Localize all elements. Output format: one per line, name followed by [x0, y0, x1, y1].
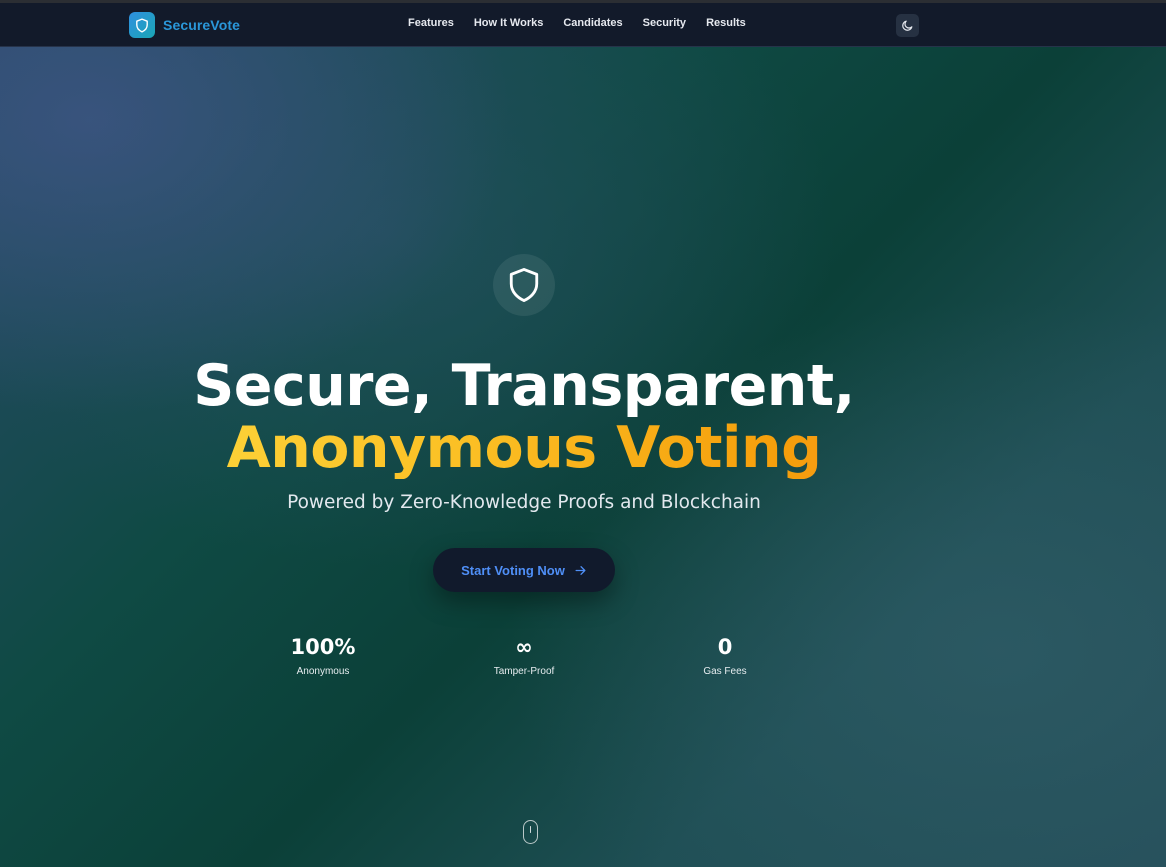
nav-link-candidates[interactable]: Candidates [563, 17, 622, 29]
start-voting-label: Start Voting Now [461, 562, 565, 578]
stat-label: Gas Fees [703, 666, 747, 677]
hero-subtitle: Powered by Zero-Knowledge Proofs and Blo… [287, 492, 761, 513]
brand-logo[interactable]: SecureVote [129, 12, 240, 38]
stat-label: Anonymous [296, 666, 350, 677]
brand-name: SecureVote [163, 17, 240, 33]
stat-anonymous: 100% Anonymous [253, 634, 393, 677]
nav-link-results[interactable]: Results [706, 17, 746, 29]
nav-links: Features How It Works Candidates Securit… [408, 17, 746, 29]
stat-value: 100% [290, 635, 356, 659]
moon-icon [901, 19, 914, 32]
hero-title-highlight: Anonymous Voting [0, 417, 1048, 479]
nav-link-how-it-works[interactable]: How It Works [474, 17, 543, 29]
stat-value: ∞ [515, 635, 533, 659]
page: SecureVote Features How It Works Candida… [0, 0, 1166, 867]
hero-title-line1: Secure, Transparent, [193, 353, 855, 419]
stat-label: Tamper-Proof [493, 666, 555, 677]
hero-title: Secure, Transparent, Anonymous Voting [0, 355, 1048, 479]
start-voting-button[interactable]: Start Voting Now [433, 548, 615, 592]
arrow-right-icon [574, 564, 587, 577]
stat-value: 0 [717, 635, 733, 659]
nav-link-features[interactable]: Features [408, 17, 454, 29]
hero-shield-badge [493, 254, 555, 316]
shield-icon [129, 12, 155, 38]
shield-icon [507, 266, 541, 304]
stat-tamper-proof: ∞ Tamper-Proof [454, 634, 594, 677]
nav-link-security[interactable]: Security [643, 17, 686, 29]
mouse-scroll-icon[interactable] [523, 820, 538, 844]
theme-toggle-button[interactable] [896, 14, 919, 37]
stat-gas-fees: 0 Gas Fees [655, 634, 795, 677]
scroll-wheel-dot [529, 826, 531, 833]
navbar: SecureVote Features How It Works Candida… [0, 3, 1166, 47]
